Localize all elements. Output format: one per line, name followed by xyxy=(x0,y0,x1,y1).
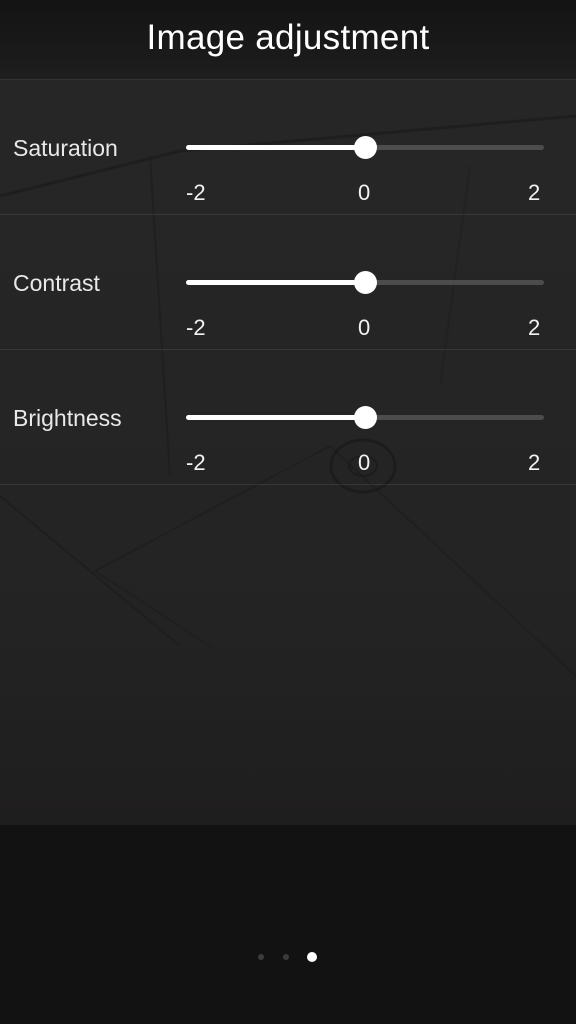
contrast-max-label: 2 xyxy=(528,315,541,340)
brightness-min-label: -2 xyxy=(186,450,206,475)
contrast-slider-fill xyxy=(186,280,365,285)
contrast-slider[interactable] xyxy=(186,271,544,294)
page-indicator xyxy=(0,952,576,962)
contrast-label: Contrast xyxy=(13,270,100,296)
preview-texture xyxy=(0,114,576,677)
camera-preview xyxy=(0,56,576,825)
saturation-slider-fill xyxy=(186,145,365,150)
brightness-slider-fill xyxy=(186,415,365,420)
saturation-slider-thumb[interactable] xyxy=(353,136,377,159)
title-bar: Image adjustment xyxy=(0,0,576,80)
divider xyxy=(0,349,576,350)
page-dot[interactable] xyxy=(283,954,289,960)
saturation-max-label: 2 xyxy=(528,180,541,205)
contrast-min-label: -2 xyxy=(186,315,206,340)
brightness-max-label: 2 xyxy=(528,450,541,475)
saturation-min-label: -2 xyxy=(186,180,206,205)
page-dot[interactable] xyxy=(258,954,264,960)
divider xyxy=(0,214,576,215)
saturation-mid-label: 0 xyxy=(358,180,371,205)
brightness-slider-thumb[interactable] xyxy=(353,406,377,429)
contrast-slider-thumb[interactable] xyxy=(353,271,377,294)
divider xyxy=(0,79,576,80)
saturation-label: Saturation xyxy=(13,135,118,161)
brightness-label: Brightness xyxy=(13,405,122,431)
saturation-slider[interactable] xyxy=(186,136,544,159)
brightness-mid-label: 0 xyxy=(358,450,371,475)
brightness-slider[interactable] xyxy=(186,406,544,429)
contrast-mid-label: 0 xyxy=(358,315,371,340)
divider xyxy=(0,484,576,485)
page-title: Image adjustment xyxy=(146,18,430,57)
page-dot[interactable] xyxy=(307,952,317,962)
